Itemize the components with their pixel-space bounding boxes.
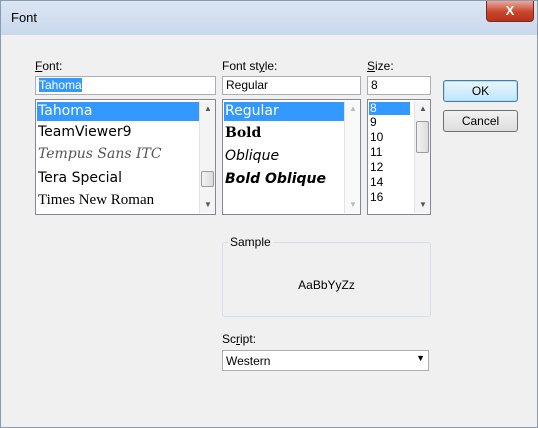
font-style-item[interactable]: Bold Oblique [224,170,345,189]
script-label: Script: [222,332,257,346]
font-list-item[interactable]: Tahoma [37,102,200,121]
size-item[interactable]: 11 [369,146,410,159]
font-style-item[interactable]: Regular [224,102,345,121]
font-dialog: Font X Font: Tahoma Tahoma TeamViewer9 T… [0,0,538,428]
size-input[interactable]: 8 [367,76,431,95]
title-bar[interactable]: Font X [1,1,537,35]
size-item[interactable]: 10 [369,131,410,144]
font-label: Font: [35,59,63,73]
scroll-thumb[interactable] [416,121,429,153]
scroll-up-icon[interactable]: ▲ [200,101,215,117]
chevron-down-icon[interactable]: ▼ [416,353,425,363]
size-item[interactable]: 12 [369,161,410,174]
font-list-item[interactable]: Tera Special [37,169,200,188]
size-list-scrollbar[interactable]: ▲ ▼ [414,101,430,213]
sample-label: Sample [228,235,273,249]
sample-text: AaBbYyZz [298,278,355,292]
scroll-down-icon[interactable]: ▼ [415,197,430,213]
sample-group: Sample AaBbYyZz [222,235,431,317]
size-label: Size: [367,59,394,73]
cancel-button[interactable]: Cancel [443,110,518,132]
font-style-item[interactable]: Bold [224,124,345,143]
font-style-scrollbar[interactable]: ▲ ▼ [344,101,360,213]
scroll-down-icon[interactable]: ▼ [345,197,360,213]
dialog-body: Font: Tahoma Tahoma TeamViewer9 Tempus S… [9,35,529,421]
script-value: Western [226,354,271,368]
font-style-item[interactable]: Oblique [224,147,345,166]
scroll-up-icon[interactable]: ▲ [415,101,430,117]
dialog-title: Font [11,10,38,25]
scroll-down-icon[interactable]: ▼ [200,197,215,213]
font-list[interactable]: Tahoma TeamViewer9 Tempus Sans ITC Tera … [35,99,216,215]
scroll-thumb[interactable] [201,171,214,187]
size-item[interactable]: 16 [369,191,410,204]
close-icon: X [505,3,515,18]
ok-button[interactable]: OK [443,80,518,102]
size-item[interactable]: 9 [369,116,410,129]
script-dropdown[interactable]: Western ▼ [222,350,429,371]
font-list-scrollbar[interactable]: ▲ ▼ [199,101,215,213]
font-style-input[interactable]: Regular [222,76,361,95]
close-button[interactable]: X [486,1,534,22]
scroll-up-icon[interactable]: ▲ [345,101,360,117]
font-list-item[interactable]: Times New Roman [37,191,200,210]
font-style-list[interactable]: Regular Bold Oblique Bold Oblique ▲ ▼ [222,99,361,215]
size-list[interactable]: 8 9 10 11 12 14 16 ▲ ▼ [367,99,431,215]
size-item[interactable]: 14 [369,176,410,189]
font-style-label: Font style: [222,59,278,73]
font-list-item[interactable]: TeamViewer9 [37,123,200,142]
font-name-input[interactable]: Tahoma [35,76,216,95]
size-item[interactable]: 8 [369,102,410,115]
font-list-item[interactable]: Tempus Sans ITC [37,145,200,164]
